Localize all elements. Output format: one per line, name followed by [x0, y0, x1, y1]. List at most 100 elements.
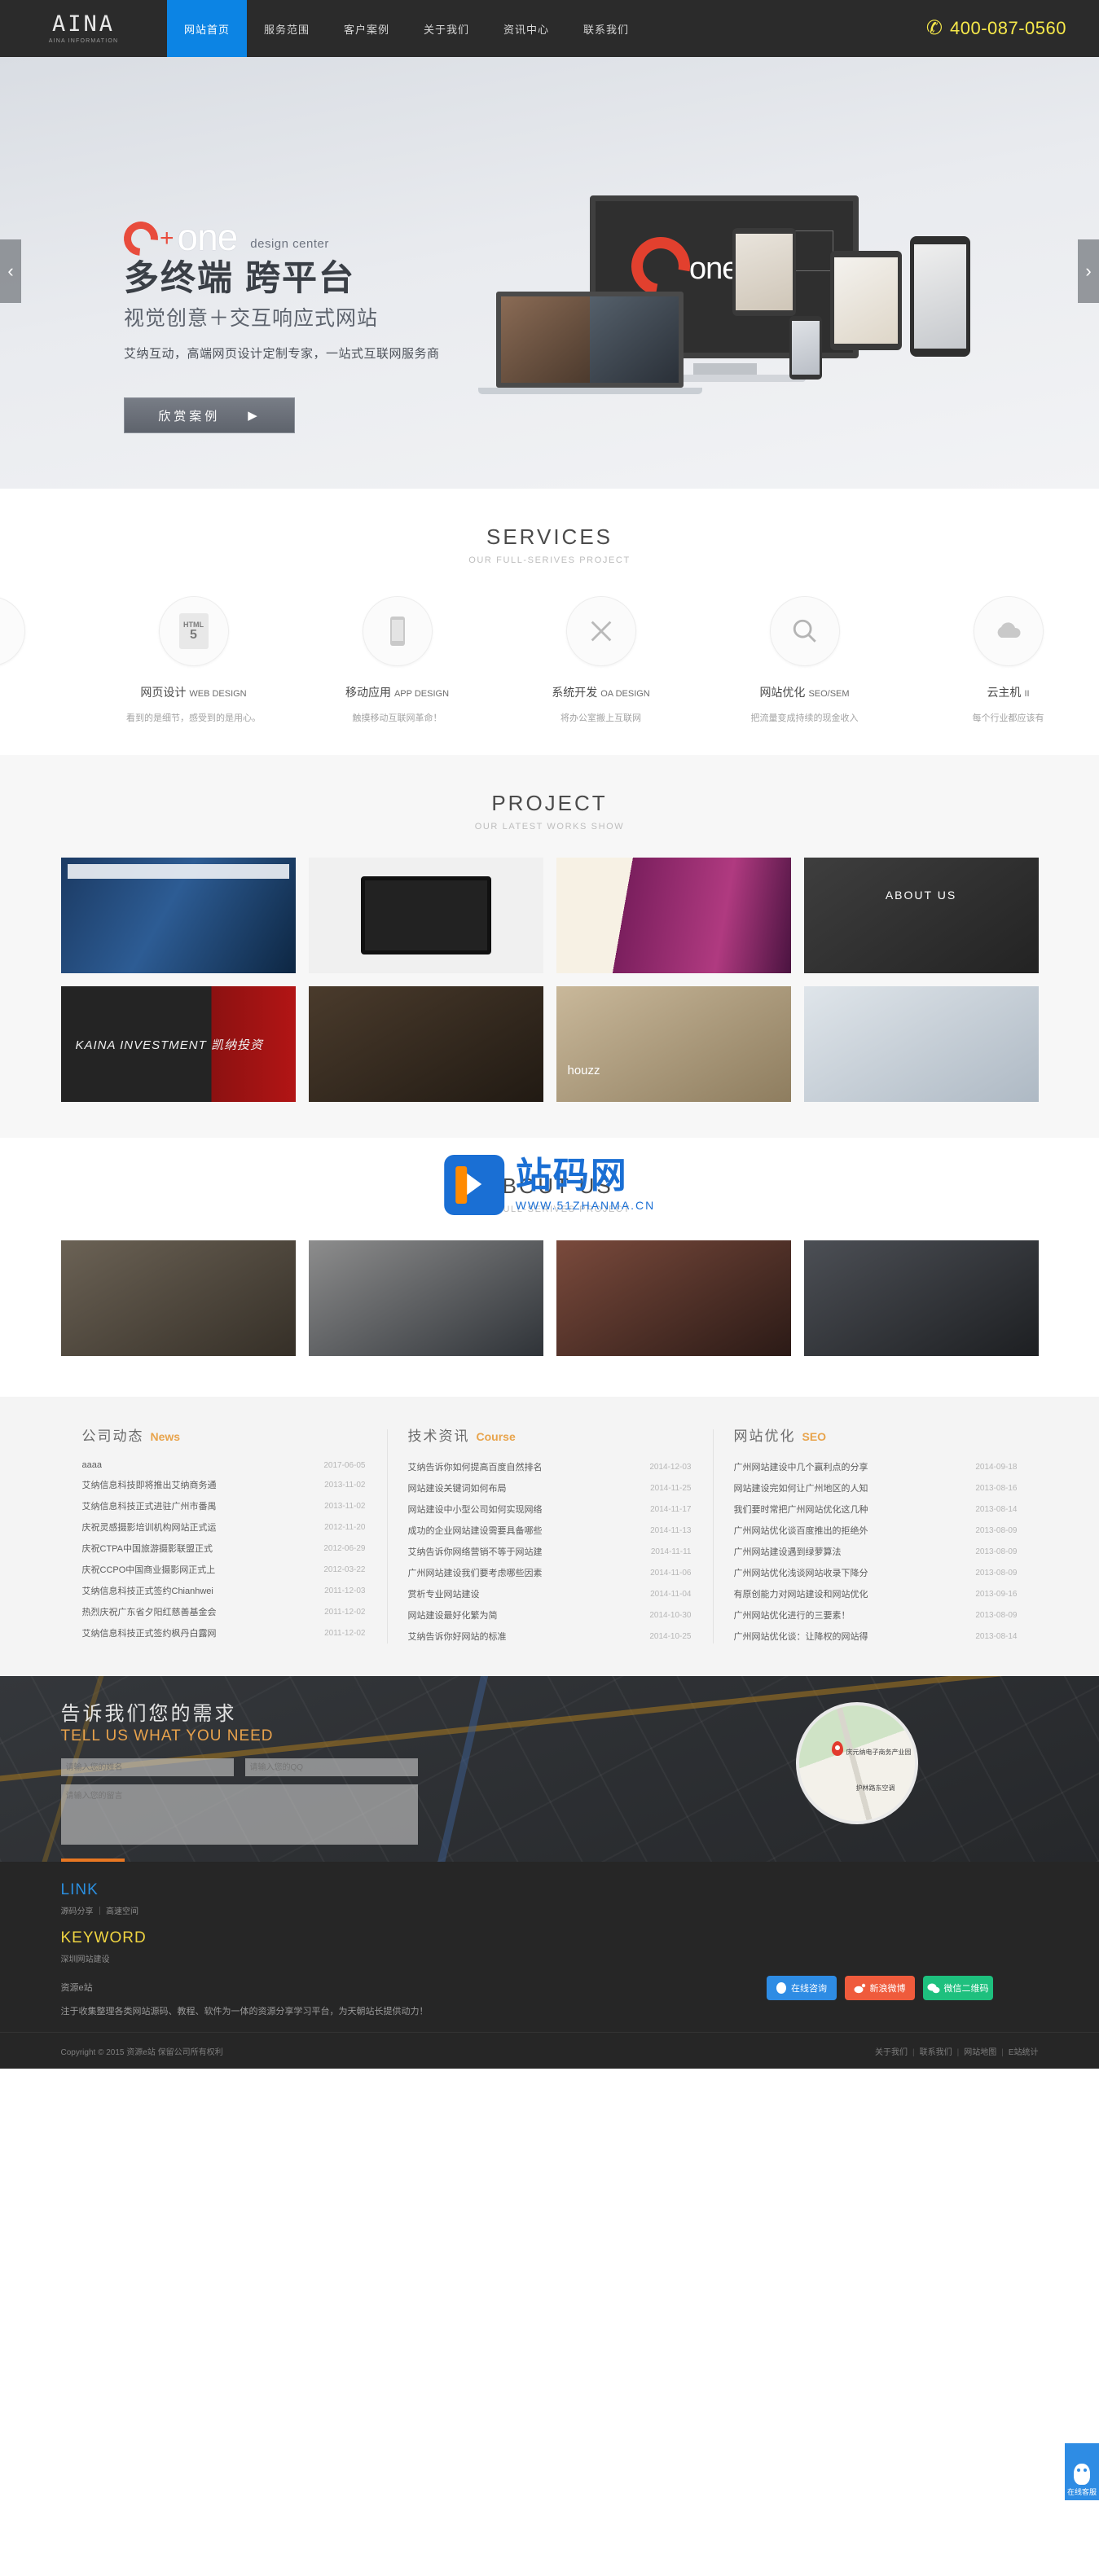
project-tile[interactable] — [308, 858, 543, 973]
news-item[interactable]: 赏析专业网站建设 2014-11-04 — [408, 1583, 692, 1604]
project-tile[interactable] — [556, 858, 791, 973]
about-tile[interactable] — [803, 1240, 1039, 1356]
online-chat-button[interactable]: 在线咨询 — [766, 1976, 837, 2000]
nav-item-about[interactable]: 关于我们 — [407, 0, 486, 57]
hero-headline: 多终端 跨平台 — [124, 259, 355, 298]
service-item-seo[interactable]: 网站优化 SEO/SEM 把流量变成持续的现金收入 — [703, 596, 907, 724]
qq-input[interactable] — [244, 1758, 418, 1776]
cloud-icon — [973, 596, 1044, 666]
nav-item-contact[interactable]: 联系我们 — [566, 0, 646, 57]
news-item[interactable]: 网站建设中小型公司如何实现网络 2014-11-17 — [408, 1499, 692, 1520]
news-item[interactable]: 成功的企业网站建设需要具备哪些 2014-11-13 — [408, 1520, 692, 1541]
project-tile[interactable] — [308, 986, 543, 1102]
news-item[interactable]: aaaa 2017-06-05 — [82, 1456, 366, 1474]
footer-link-items[interactable]: 源码分享 ｜ 高速空间 — [61, 1904, 1039, 1916]
news-item[interactable]: 广州网站优化进行的三要素！ 2013-08-09 — [734, 1604, 1018, 1626]
site-footer: LINK 源码分享 ｜ 高速空间 KEYWORD 深圳网站建设 资源e站 注于收… — [0, 1862, 1099, 2069]
service-item-web-design[interactable]: HTML 5 网页设计 WEB DESIGN 看到的是细节，感受到的是用心。 — [92, 596, 296, 724]
nav-item-services[interactable]: 服务范围 — [247, 0, 327, 57]
about-tile[interactable] — [60, 1240, 296, 1356]
nav-item-news[interactable]: 资讯中心 — [486, 0, 566, 57]
news-item-date: 2014-10-30 — [649, 1610, 692, 1620]
send-button[interactable]: 发送 — [60, 1858, 125, 1862]
floating-customer-service[interactable]: 在线客服 — [1065, 2443, 1099, 2500]
news-item[interactable]: 网站建设完如何让广州地区的人知 2013-08-16 — [734, 1477, 1018, 1499]
message-textarea[interactable] — [60, 1784, 418, 1845]
news-item[interactable]: 艾纳告诉你网络营销不等于网站建 2014-11-11 — [408, 1541, 692, 1562]
project-tile[interactable] — [556, 986, 791, 1102]
service-name-cn: 网站优化 — [759, 686, 806, 699]
hero-cta-button[interactable]: 欣赏案例 ▶ — [124, 397, 295, 434]
service-desc: 看到的是细节，感受到的是用心。 — [126, 713, 261, 723]
banner-next-arrow[interactable]: › — [1078, 239, 1099, 303]
monitor-stand — [693, 363, 757, 375]
footer-link-sitemap[interactable]: 网站地图 — [964, 2048, 996, 2057]
news-header-en: News — [150, 1430, 181, 1443]
news-item[interactable]: 我们要时常把广州网站优化这几种 2013-08-14 — [734, 1499, 1018, 1520]
brand-tagline: design center — [250, 237, 329, 251]
news-columns: 公司动态 News aaaa 2017-06-05 艾纳信息科技即将推出艾纳商务通 2… — [61, 1424, 1039, 1647]
service-item-design[interactable]: IGN — [0, 596, 92, 724]
phone-icon: ✆ — [925, 17, 943, 39]
footer-link-stats[interactable]: E站统计 — [1009, 2048, 1039, 2057]
news-item[interactable]: 艾纳信息科技正式签约Chianhwei 2011-12-03 — [82, 1580, 366, 1601]
service-name: 网页设计 WEB DESIGN — [92, 684, 296, 700]
project-tile[interactable]: KAINA INVESTMENT 凯纳投资 — [60, 986, 296, 1102]
project-tile[interactable] — [803, 986, 1039, 1102]
news-item[interactable]: 广州网站建设我们要考虑哪些因素 2014-11-06 — [408, 1562, 692, 1583]
service-desc: 每个行业都应该有 — [972, 713, 1044, 723]
banner-prev-arrow[interactable]: ‹ — [0, 239, 21, 303]
news-item[interactable]: 网站建设最好化繁为简 2014-10-30 — [408, 1604, 692, 1626]
news-item[interactable]: 庆祝CTPA中国旅游摄影联盟正式 2012-06-29 — [82, 1538, 366, 1559]
laptop-base — [478, 388, 702, 394]
news-item[interactable]: 艾纳信息科技正式进驻广州市番禺 2013-11-02 — [82, 1495, 366, 1516]
news-item-date: 2012-03-22 — [323, 1564, 366, 1574]
project-tile[interactable] — [60, 858, 296, 973]
news-item[interactable]: 艾纳信息科技正式签约枫丹白露网 2011-12-02 — [82, 1622, 366, 1643]
weibo-button[interactable]: 新浪微博 — [844, 1976, 915, 2000]
news-item-title: 网站建设完如何让广州地区的人知 — [733, 1484, 868, 1494]
service-item-app-design[interactable]: 移动应用 APP DESIGN 触摸移动互联网革命！ — [296, 596, 499, 724]
service-item-oa-design[interactable]: 系统开发 OA DESIGN 将办公室搬上互联网 — [499, 596, 703, 724]
news-item[interactable]: 艾纳告诉你如何提高百度自然排名 2014-12-03 — [408, 1456, 692, 1477]
nav-item-home[interactable]: 网站首页 — [167, 0, 247, 57]
html5-icon: HTML 5 — [158, 596, 229, 666]
news-item[interactable]: 广州网站优化谈百度推出的拒绝外 2013-08-09 — [734, 1520, 1018, 1541]
news-item-title: 广州网站优化谈百度推出的拒绝外 — [733, 1526, 868, 1536]
brand-ring-icon — [116, 214, 165, 263]
news-item-title: 成功的企业网站建设需要具备哪些 — [407, 1526, 543, 1536]
news-item[interactable]: 广州网站建设遇到绿萝算法 2013-08-09 — [734, 1541, 1018, 1562]
news-column-course: 技术资讯 Course 艾纳告诉你如何提高百度自然排名 2014-12-03 网站建… — [386, 1424, 713, 1647]
news-item[interactable]: 广州网站优化浅谈网站收录下降分 2013-08-09 — [734, 1562, 1018, 1583]
site-logo[interactable]: AINA AINA INFORMATION — [0, 0, 167, 57]
news-item-date: 2014-11-04 — [650, 1589, 692, 1599]
news-item[interactable]: 艾纳告诉你好网站的标准 2014-10-25 — [408, 1626, 692, 1647]
footer-link-contact[interactable]: 联系我们 — [920, 2048, 952, 2057]
news-item[interactable]: 广州网站建设中几个赢利点的分享 2014-09-18 — [734, 1456, 1018, 1477]
news-item[interactable]: 网站建设关键词如何布局 2014-11-25 — [408, 1477, 692, 1499]
footer-link-about[interactable]: 关于我们 — [875, 2048, 908, 2057]
news-item[interactable]: 艾纳信息科技即将推出艾纳商务通 2013-11-02 — [82, 1474, 366, 1495]
news-item[interactable]: 庆祝灵感摄影培训机构网站正式运 2012-11-20 — [82, 1516, 366, 1538]
name-input[interactable] — [60, 1758, 234, 1776]
news-item[interactable]: 广州网站优化谈：让降权的网站得 2013-08-14 — [734, 1626, 1018, 1647]
footer-about-desc: 注于收集整理各类网站源码、教程、软件为一体的资源分享学习平台，为天朝站长提供动力… — [60, 2007, 429, 2016]
online-chat-label: 在线咨询 — [791, 1984, 827, 1994]
about-tile[interactable] — [556, 1240, 791, 1356]
news-item-title: 广州网站优化进行的三要素！ — [733, 1611, 851, 1621]
wechat-qr-button[interactable]: 微信二维码 — [922, 1976, 993, 2000]
news-item[interactable]: 庆祝CCPO中国商业摄影网正式上 2012-03-22 — [82, 1559, 366, 1580]
service-item-cloud[interactable]: 云主机 II 每个行业都应该有 — [907, 596, 1099, 724]
about-tile[interactable] — [308, 1240, 543, 1356]
news-item[interactable]: 有原创能力对网站建设和网站优化 2013-09-16 — [734, 1583, 1018, 1604]
nav-item-cases[interactable]: 客户案例 — [327, 0, 407, 57]
map-thumbnail[interactable]: 庆元纳电子商务产业园 护林路东空调 — [795, 1702, 918, 1824]
service-name-en: SEO/SEM — [808, 689, 850, 699]
service-name-cn: 移动应用 — [345, 686, 391, 699]
news-item-date: 2017-06-05 — [323, 1460, 366, 1470]
project-tile[interactable] — [803, 858, 1039, 973]
footer-copyright-bar: Copyright © 2015 资源e站 保留公司所有权利 关于我们 | 联系我们… — [61, 2033, 1039, 2069]
news-item-date: 2014-10-25 — [649, 1631, 692, 1641]
news-item[interactable]: 热烈庆祝广东省夕阳红慈善基金会 2011-12-02 — [82, 1601, 366, 1622]
footer-keyword-items[interactable]: 深圳网站建设 — [61, 1952, 1039, 1964]
